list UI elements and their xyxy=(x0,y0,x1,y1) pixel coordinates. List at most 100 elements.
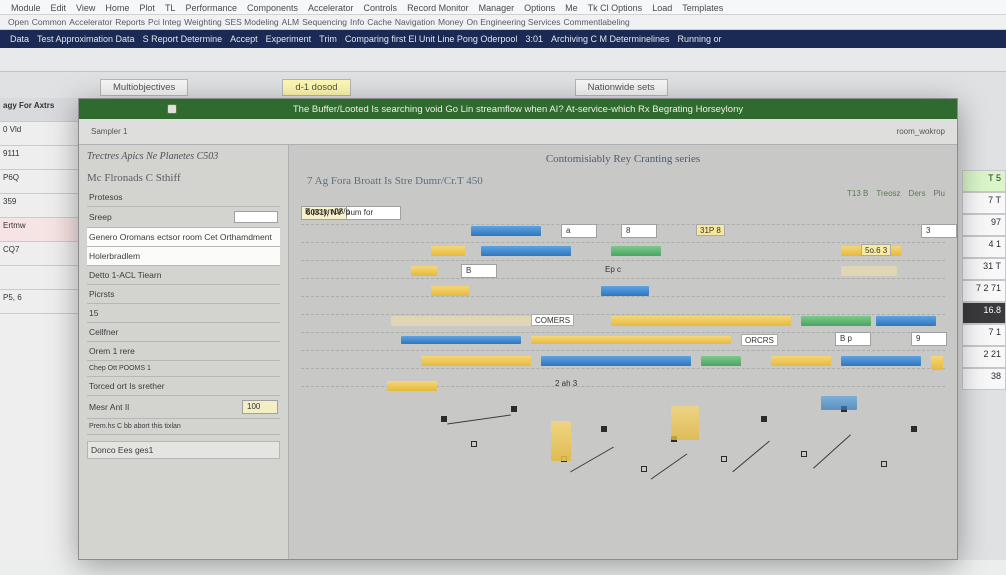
gantt-bar[interactable] xyxy=(821,396,857,410)
sidecol-cell[interactable]: P5, 6 xyxy=(0,290,78,314)
lp-row[interactable]: Chep Ott POOMS 1 xyxy=(87,361,280,377)
toolbar-item[interactable]: Reports xyxy=(115,17,145,27)
gantt-bar[interactable] xyxy=(701,356,741,366)
gantt-bar[interactable] xyxy=(387,381,437,391)
gantt-bar[interactable] xyxy=(431,286,469,296)
menu-item[interactable]: View xyxy=(73,2,98,14)
node-icon[interactable] xyxy=(601,426,607,432)
gantt-bar[interactable] xyxy=(671,406,699,440)
gantt-bar[interactable] xyxy=(611,246,661,256)
menu-item[interactable]: Me xyxy=(562,2,581,14)
menu-item[interactable]: Accelerator xyxy=(305,2,357,14)
rcell[interactable]: 7 T xyxy=(962,192,1006,214)
lp-row[interactable]: Holerbradlem xyxy=(87,247,280,266)
ribbon-item[interactable]: Archiving C M Determinelines xyxy=(551,34,670,44)
toolbar-item[interactable]: Pci Integ xyxy=(148,17,181,27)
mp-tool[interactable]: Plu xyxy=(933,189,945,198)
menu-item[interactable]: Options xyxy=(521,2,558,14)
gantt-bar[interactable] xyxy=(471,226,541,236)
gantt-bar[interactable] xyxy=(611,316,791,326)
lp-row[interactable]: Detto 1-ACL Tiearn xyxy=(87,266,280,285)
rcell-dark[interactable]: 16.8 xyxy=(962,302,1006,324)
toolbar-item[interactable]: Navigation xyxy=(395,17,435,27)
menu-item[interactable]: Edit xyxy=(48,2,70,14)
lp-row[interactable]: 15 xyxy=(87,304,280,323)
gantt-bar[interactable] xyxy=(431,246,465,256)
menu-item[interactable]: Templates xyxy=(679,2,726,14)
lp-input[interactable] xyxy=(234,211,278,223)
sidecol-cell-highlighted[interactable]: Ertmw xyxy=(0,218,78,242)
ribbon-item[interactable]: Running or xyxy=(678,34,722,44)
sidecol-cell[interactable]: P6Q xyxy=(0,170,78,194)
menu-item[interactable]: Performance xyxy=(182,2,240,14)
node-icon[interactable] xyxy=(881,461,887,467)
cell[interactable]: ORCRS xyxy=(741,334,778,346)
menu-item[interactable]: Manager xyxy=(476,2,518,14)
ribbon-item[interactable]: Comparing first El Unit Line Pong Oderpo… xyxy=(345,34,518,44)
toolbar-item[interactable]: Commentlabeling xyxy=(564,17,630,27)
node-icon[interactable] xyxy=(471,441,477,447)
menu-item[interactable]: Load xyxy=(649,2,675,14)
rcell[interactable]: 38 xyxy=(962,368,1006,390)
mp-tool[interactable]: Ders xyxy=(909,189,926,198)
sidecol-cell[interactable]: 9111 xyxy=(0,146,78,170)
node-icon[interactable] xyxy=(511,406,517,412)
lp-value-box[interactable]: 100 xyxy=(242,400,278,414)
menu-item[interactable]: Plot xyxy=(136,2,158,14)
toolbar-item[interactable]: SES Modeling xyxy=(225,17,279,27)
sidecol-cell[interactable] xyxy=(0,266,78,290)
toolbar-item[interactable]: ALM xyxy=(282,17,299,27)
ribbon-item[interactable]: 3:01 xyxy=(525,34,543,44)
sidecol-cell[interactable]: 0 Vld xyxy=(0,122,78,146)
toolbar-item[interactable]: Accelerator xyxy=(69,17,112,27)
gantt-bar[interactable] xyxy=(551,421,571,461)
toolbar-item[interactable]: Cache xyxy=(367,17,392,27)
menu-item[interactable]: Record Monitor xyxy=(404,2,472,14)
node-icon[interactable] xyxy=(801,451,807,457)
sub-tab[interactable]: Nationwide sets xyxy=(575,79,668,96)
ribbon-item[interactable]: Test Approximation Data xyxy=(37,34,135,44)
gantt-bar[interactable] xyxy=(601,286,649,296)
lp-row[interactable]: Mesr Ant Il 100 xyxy=(87,396,280,419)
gantt-bar[interactable] xyxy=(841,356,921,366)
menu-item[interactable]: Components xyxy=(244,2,301,14)
node-icon[interactable] xyxy=(641,466,647,472)
ribbon-item[interactable]: Experiment xyxy=(266,34,312,44)
toolbar-item[interactable]: Money xyxy=(438,17,464,27)
menu-item[interactable]: Tk Cl Options xyxy=(585,2,646,14)
rcell[interactable]: 7 1 xyxy=(962,324,1006,346)
lp-row[interactable]: Prem.hs C bb abort this tixlan xyxy=(87,419,280,435)
rcell[interactable]: 2 21 xyxy=(962,346,1006,368)
gantt-bar[interactable] xyxy=(411,266,437,276)
gantt-bar[interactable] xyxy=(481,246,571,256)
cell-highlight[interactable]: 31P 8 xyxy=(696,224,725,236)
toolbar-item[interactable]: Info xyxy=(350,17,364,27)
sidecol-cell[interactable]: 359 xyxy=(0,194,78,218)
toolbar-item[interactable]: Weighting xyxy=(184,17,222,27)
rcell[interactable]: T 5 xyxy=(962,170,1006,192)
toolbar-item[interactable]: On Engineering Services xyxy=(467,17,561,27)
sub-tab[interactable]: Multiobjectives xyxy=(100,79,188,96)
sub-tab-highlighted[interactable]: d-1 dosod xyxy=(282,79,350,96)
gantt-bar[interactable] xyxy=(391,316,531,326)
menu-item[interactable]: Home xyxy=(102,2,132,14)
menu-item[interactable]: Controls xyxy=(361,2,401,14)
secondary-toolbar[interactable]: Open Common Accelerator Reports Pci Inte… xyxy=(0,15,1006,30)
dialog-titlebar[interactable]: The Buffer/Looted Is searching void Go L… xyxy=(79,99,957,119)
sidecol-cell[interactable]: CQ7 xyxy=(0,242,78,266)
toolbar-item[interactable]: Sequencing xyxy=(302,17,347,27)
gantt-bar[interactable] xyxy=(401,336,521,344)
lp-summary-block[interactable]: Donco Ees ges1 xyxy=(87,441,280,459)
gantt-bar[interactable] xyxy=(876,316,936,326)
gantt-bar[interactable] xyxy=(841,266,897,276)
gantt-bar[interactable] xyxy=(771,356,831,366)
mp-tool[interactable]: Treosz xyxy=(876,189,900,198)
node-icon[interactable] xyxy=(911,426,917,432)
gantt-bar[interactable] xyxy=(531,336,731,344)
gantt-bar[interactable] xyxy=(931,356,943,370)
gantt-chart[interactable]: Restl 1 Dtend is Croum for 6031), NV E p… xyxy=(301,206,945,510)
node-icon[interactable] xyxy=(441,416,447,422)
gantt-bar[interactable] xyxy=(541,356,691,366)
main-menubar[interactable]: Module Edit View Home Plot TL Performanc… xyxy=(0,0,1006,15)
lp-row[interactable]: Orem 1 rere xyxy=(87,342,280,361)
